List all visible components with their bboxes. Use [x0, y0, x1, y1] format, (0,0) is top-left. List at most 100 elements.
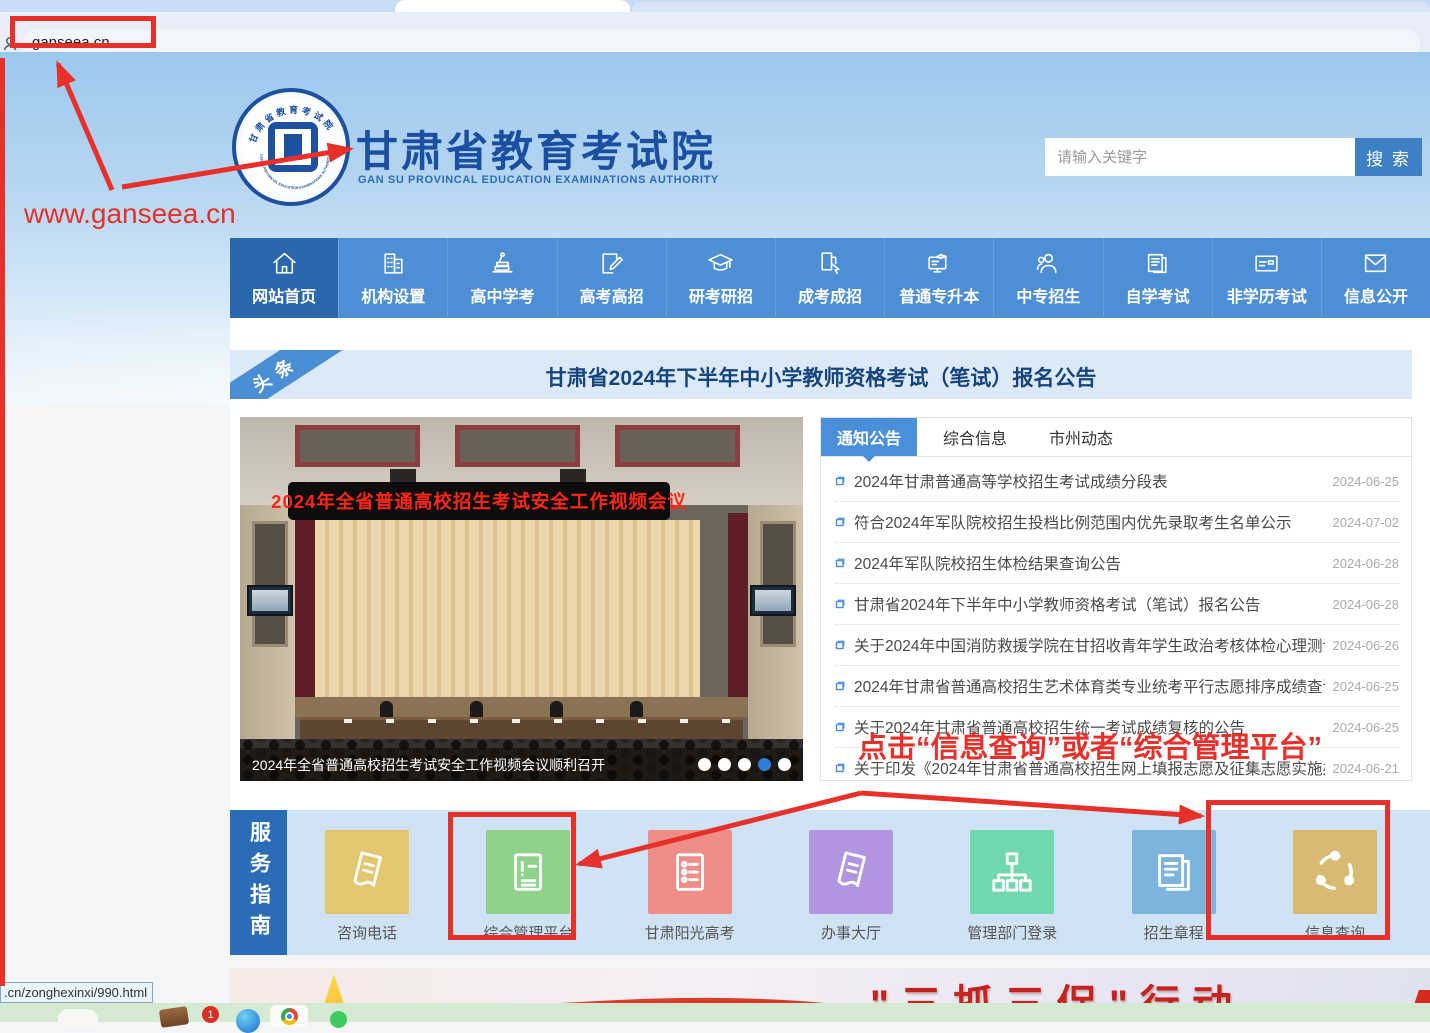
building-icon — [380, 250, 407, 277]
service-consult-phone[interactable]: 咨询电话 — [302, 810, 432, 955]
browser-app-icon[interactable] — [236, 1009, 260, 1033]
tab-general-info[interactable]: 综合信息 — [927, 418, 1023, 456]
nav-item-graduate[interactable]: 研考研招 — [666, 238, 775, 318]
nav-item-info-disclosure[interactable]: 信息公开 — [1321, 238, 1430, 318]
search-button[interactable]: 搜 索 — [1355, 138, 1422, 176]
doc-bullet-icon — [835, 476, 845, 486]
news-date: 2024-06-25 — [1333, 474, 1400, 489]
doc-bullet-icon — [835, 599, 845, 609]
news-row[interactable]: 甘肃省2024年下半年中小学教师资格考试（笔试）报名公告 2024-06-28 — [835, 584, 1399, 625]
chrome-icon[interactable] — [281, 1008, 298, 1025]
taskbar-app[interactable] — [58, 1009, 98, 1029]
carousel-dot[interactable] — [698, 758, 711, 771]
main-nav: 网站首页 机构设置 高中学考 高考高招 研考研招 成考成招 普通专升本 中专招生… — [230, 238, 1430, 318]
browser-tab-strip — [0, 0, 1430, 12]
carousel[interactable]: 2024年全省普通高校招生考试安全工作视频会议 2024年全省普通高校招生考试安… — [240, 417, 803, 781]
news-title[interactable]: 关于2024年中国消防救援学院在甘招收青年学生政治考核体检心理测试面试 — [854, 634, 1325, 656]
nav-label: 研考研招 — [689, 283, 753, 307]
tab-notices[interactable]: 通知公告 — [821, 418, 917, 456]
envelope-icon — [1362, 250, 1389, 277]
nav-label: 普通专升本 — [899, 283, 979, 307]
annotation-box-url — [10, 16, 156, 48]
news-title[interactable]: 2024年甘肃普通高等学校招生考试成绩分段表 — [854, 470, 1325, 492]
news-row[interactable]: 2024年甘肃省普通高校招生艺术体育类专业统考平行志愿排序成绩查询公告 2024… — [835, 666, 1399, 707]
doc-bullet-icon — [835, 681, 845, 691]
service-sunshine-gaokao[interactable]: 甘肃阳光高考 — [625, 810, 755, 955]
nav-label: 网站首页 — [252, 283, 316, 307]
news-tab-bar: 通知公告 综合信息 市州动态 — [821, 418, 1411, 457]
tab-city-news[interactable]: 市州动态 — [1033, 418, 1129, 456]
doc-pen-icon — [598, 250, 625, 277]
news-title[interactable]: 2024年军队院校招生体检结果查询公告 — [854, 552, 1325, 574]
docs-icon — [1151, 849, 1197, 895]
service-service-hall[interactable]: 办事大厅 — [786, 810, 916, 955]
nav-item-adult-exam[interactable]: 成考成招 — [775, 238, 884, 318]
doc-bullet-icon — [835, 640, 845, 650]
carousel-dot[interactable] — [718, 758, 731, 771]
grad-cap-icon — [707, 250, 734, 277]
nav-item-home[interactable]: 网站首页 — [230, 238, 338, 318]
headline-title[interactable]: 甘肃省2024年下半年中小学教师资格考试（笔试）报名公告 — [230, 362, 1412, 392]
nav-label: 高考高招 — [580, 283, 644, 307]
carousel-dot[interactable] — [778, 758, 791, 771]
receipt-icon — [828, 849, 874, 895]
nav-label: 非学历考试 — [1227, 283, 1307, 307]
service-guide-label: 服务指南 — [230, 810, 287, 955]
nav-label: 中专招生 — [1016, 283, 1080, 307]
folder-icon[interactable] — [159, 1006, 189, 1028]
nav-item-self-study[interactable]: 自学考试 — [1103, 238, 1212, 318]
service-admin-login[interactable]: 管理部门登录 — [947, 810, 1077, 955]
annotation-box-management-platform — [448, 812, 576, 940]
doc-bullet-icon — [835, 517, 845, 527]
annotation-url-label: www.ganseea.cn — [24, 198, 236, 230]
link-status-tooltip: .cn/zonghexinxi/990.html — [0, 982, 153, 1003]
carousel-caption-bar: 2024年全省普通高校招生考试安全工作视频会议顺利召开 — [240, 748, 803, 781]
nav-label: 自学考试 — [1126, 283, 1190, 307]
annotation-box-info-query — [1206, 800, 1390, 940]
messenger-app-icon[interactable] — [330, 1011, 347, 1028]
carousel-dots — [698, 758, 791, 771]
nav-label: 信息公开 — [1344, 283, 1408, 307]
site-title-en: GAN SU PROVINCAL EDUCATION EXAMINATIONS … — [358, 174, 719, 186]
news-row[interactable]: 符合2024年军队院校招生投档比例范围内优先录取考生名单公示 2024-07-0… — [835, 502, 1399, 543]
id-card-icon — [1253, 250, 1280, 277]
nav-item-zhuanshengben[interactable]: 普通专升本 — [884, 238, 993, 318]
news-row[interactable]: 2024年甘肃普通高等学校招生考试成绩分段表 2024-06-25 — [835, 461, 1399, 502]
tv-screen — [750, 585, 796, 616]
book-cursor-icon — [817, 250, 844, 277]
site-logo[interactable]: 甘肃省教育考试院 GANSU PROVINCIAL EDUCATION EXAM… — [232, 88, 350, 206]
news-row[interactable]: 关于2024年中国消防救援学院在甘招收青年学生政治考核体检心理测试面试 2024… — [835, 625, 1399, 666]
nav-item-highschool-exam[interactable]: 高中学考 — [447, 238, 556, 318]
carousel-caption[interactable]: 2024年全省普通高校招生考试安全工作视频会议顺利召开 — [252, 755, 698, 775]
news-date: 2024-07-02 — [1333, 515, 1400, 530]
inactive-tab[interactable] — [632, 2, 1430, 12]
news-date: 2024-06-26 — [1333, 638, 1400, 653]
carousel-dot[interactable] — [738, 758, 751, 771]
news-title[interactable]: 甘肃省2024年下半年中小学教师资格考试（笔试）报名公告 — [854, 593, 1325, 615]
documents-icon — [1144, 250, 1171, 277]
list-doc-icon — [667, 849, 713, 895]
nav-item-org[interactable]: 机构设置 — [338, 238, 447, 318]
tv-screen — [247, 585, 293, 616]
nav-label: 成考成招 — [798, 283, 862, 307]
news-date: 2024-06-28 — [1333, 597, 1400, 612]
headline-banner[interactable]: 头条 甘肃省2024年下半年中小学教师资格考试（笔试）报名公告 — [230, 350, 1412, 399]
monitor-cap-icon — [926, 250, 953, 277]
browser-address-bar: ganseea.cn — [0, 12, 1430, 53]
news-date: 2024-06-25 — [1333, 679, 1400, 694]
nav-item-non-academic[interactable]: 非学历考试 — [1212, 238, 1321, 318]
nav-label: 高中学考 — [470, 283, 534, 307]
search-input[interactable] — [1045, 138, 1355, 176]
doc-bullet-icon — [835, 558, 845, 568]
notification-badge: 1 — [202, 1006, 219, 1023]
annotation-click-hint: 点击“信息查询”或者“综合管理平台” — [858, 724, 1322, 766]
active-tab[interactable] — [395, 0, 630, 12]
nav-item-gaokao[interactable]: 高考高招 — [557, 238, 666, 318]
receipt-icon — [344, 849, 390, 895]
nav-item-zhongzhuan[interactable]: 中专招生 — [993, 238, 1102, 318]
news-row[interactable]: 2024年军队院校招生体检结果查询公告 2024-06-28 — [835, 543, 1399, 584]
books-icon — [489, 250, 516, 277]
carousel-dot-active[interactable] — [758, 758, 771, 771]
news-title[interactable]: 2024年甘肃省普通高校招生艺术体育类专业统考平行志愿排序成绩查询公告 — [854, 675, 1325, 697]
news-title[interactable]: 符合2024年军队院校招生投档比例范围内优先录取考生名单公示 — [854, 511, 1325, 533]
